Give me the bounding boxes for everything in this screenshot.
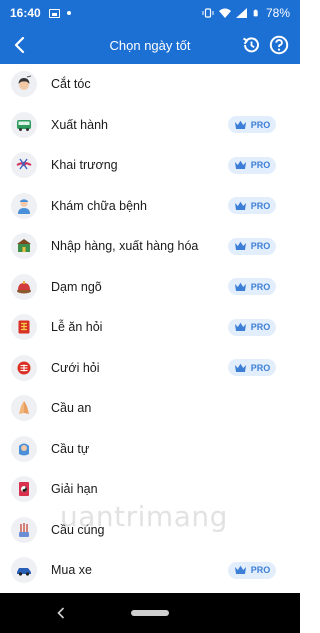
list-item-cau-cung[interactable]: Cầu cúng	[0, 510, 300, 551]
list-item-label: Cầu tự	[51, 441, 90, 456]
pro-badge: PRO	[228, 156, 276, 174]
pro-badge: PRO	[228, 561, 276, 579]
crown-icon	[234, 242, 246, 251]
wifi-icon	[218, 8, 231, 18]
list-item-label: Dạm ngõ	[51, 279, 102, 294]
pro-badge: PRO	[228, 359, 276, 377]
list-item-khai-truong[interactable]: Khai trương PRO	[0, 145, 300, 186]
back-button[interactable]	[0, 26, 40, 64]
history-icon	[242, 37, 259, 53]
list-item-dam-ngo[interactable]: Dạm ngõ PRO	[0, 267, 300, 308]
list-item-label: Khai trương	[51, 158, 118, 173]
car-icon	[11, 557, 37, 584]
status-time: 16:40	[10, 6, 41, 20]
vibrate-icon	[202, 8, 214, 18]
list-item-label: Nhập hàng, xuất hàng hóa	[51, 239, 199, 254]
wedding-icon	[11, 354, 37, 381]
list-item-label: Cắt tóc	[51, 77, 91, 92]
home-pill[interactable]	[131, 610, 169, 616]
crown-icon	[234, 161, 246, 170]
list-item-label: Cầu an	[51, 401, 92, 416]
list-item-le-an-hoi[interactable]: Lễ ăn hỏi PRO	[0, 307, 300, 348]
praying-hands-icon	[11, 395, 37, 422]
ribbon-cutting-icon	[11, 152, 37, 179]
incense-icon	[11, 516, 37, 543]
list-item-label: Mua xe	[51, 563, 92, 578]
list-item-kham-chua-benh[interactable]: Khám chữa bệnh PRO	[0, 186, 300, 227]
chevron-left-icon	[57, 607, 65, 619]
list-item-label: Lễ ăn hỏi	[51, 320, 103, 335]
history-button[interactable]	[240, 34, 262, 56]
list-item-label: Cầu cúng	[51, 522, 105, 537]
pro-badge: PRO	[228, 237, 276, 255]
list-item-cat-toc[interactable]: Cắt tóc	[0, 64, 300, 105]
list-item-cau-tu[interactable]: Cầu tự	[0, 429, 300, 470]
baby-icon	[11, 435, 37, 462]
list-item-nhap-hang[interactable]: Nhập hàng, xuất hàng hóa PRO	[0, 226, 300, 267]
list-item-label: Xuất hành	[51, 117, 108, 132]
arrow-left-icon	[14, 37, 25, 53]
system-back-button[interactable]	[54, 605, 68, 621]
list-item-mua-xe[interactable]: Mua xe PRO	[0, 550, 300, 591]
crown-icon	[234, 566, 246, 575]
notification-dot-icon	[66, 11, 71, 15]
battery-icon	[253, 9, 258, 17]
image-notification-icon	[48, 8, 60, 18]
gift-tray-icon	[11, 273, 37, 300]
double-happiness-icon	[11, 314, 37, 341]
status-bar: 16:40 78%	[0, 0, 300, 26]
crown-icon	[234, 120, 246, 129]
pro-badge: PRO	[228, 318, 276, 336]
bus-icon	[11, 111, 37, 138]
pro-badge: PRO	[228, 116, 276, 134]
help-button[interactable]	[268, 34, 290, 56]
activity-list: Cắt tóc Xuất hành PRO Khai trương PRO Kh…	[0, 64, 300, 591]
crown-icon	[234, 282, 246, 291]
list-item-label: Khám chữa bệnh	[51, 198, 147, 213]
crown-icon	[234, 201, 246, 210]
store-icon	[11, 233, 37, 260]
pro-badge: PRO	[228, 197, 276, 215]
list-item-label: Cưới hỏi	[51, 360, 100, 375]
list-item-giai-han[interactable]: Giải hạn	[0, 469, 300, 510]
list-item-label: Giải hạn	[51, 482, 98, 497]
battery-percentage: 78%	[265, 6, 290, 20]
status-indicators: 78%	[202, 6, 290, 20]
haircut-icon	[11, 71, 37, 98]
cell-signal-icon	[235, 8, 247, 18]
doctor-icon	[11, 192, 37, 219]
list-item-xuat-hanh[interactable]: Xuất hành PRO	[0, 105, 300, 146]
list-item-cau-an[interactable]: Cầu an	[0, 388, 300, 429]
crown-icon	[234, 363, 246, 372]
app-bar: Chọn ngày tốt	[0, 26, 300, 64]
yin-yang-scroll-icon	[11, 476, 37, 503]
help-icon	[269, 35, 289, 55]
list-item-cuoi-hoi[interactable]: Cưới hỏi PRO	[0, 348, 300, 389]
crown-icon	[234, 323, 246, 332]
system-nav-bar	[0, 593, 300, 633]
pro-badge: PRO	[228, 278, 276, 296]
